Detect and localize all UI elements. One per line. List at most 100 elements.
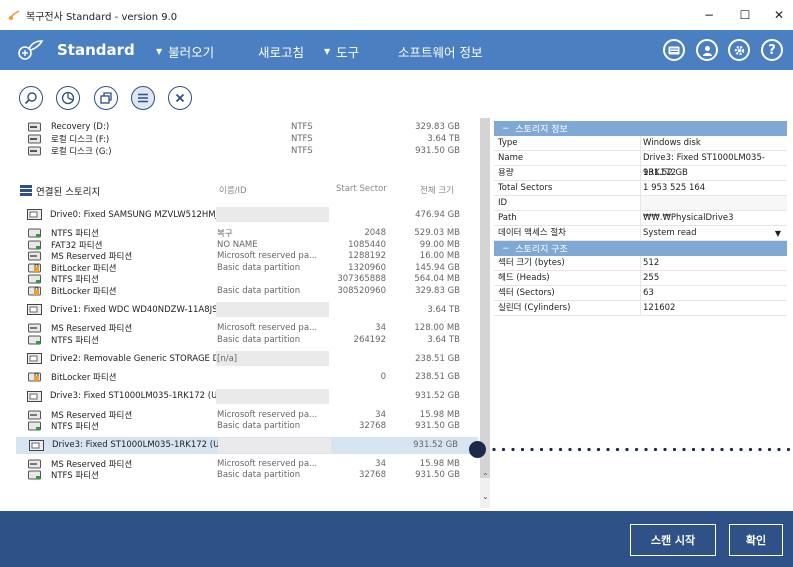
hard-disk-icon — [28, 134, 41, 144]
menu-tools[interactable]: ▼ 도구 — [324, 42, 359, 61]
menu-load[interactable]: ▼ 불러오기 — [156, 42, 214, 61]
collapse-icon[interactable]: − — [502, 124, 515, 134]
property-value-text: 255 — [643, 273, 660, 283]
scroll-down-icon[interactable]: ⌄ — [482, 492, 489, 501]
partition-icon — [28, 240, 41, 249]
partition-row[interactable]: BitLocker 파티션 Basic data partition 3085209… — [14, 284, 480, 298]
drive-id-field — [216, 207, 329, 222]
partition-row[interactable]: BitLocker 파티션 0 238.51 GB — [14, 370, 480, 384]
partition-icon — [28, 459, 41, 468]
partition-icon — [28, 410, 41, 419]
window-title: 복구전사 Standard - version 9.0 — [26, 12, 178, 23]
property-value: 63 — [640, 286, 787, 300]
property-value: ₩₩.₩PhysicalDrive3 — [640, 211, 787, 225]
menu-about[interactable]: 소프트웨어 정보 — [398, 42, 482, 61]
property-row: Total Sectors 1 953 525 164 — [494, 181, 787, 196]
property-key: 실린더 (Cylinders) — [498, 303, 571, 313]
scroll-up-icon[interactable]: ⌃ — [482, 472, 489, 481]
list-item[interactable]: 로컬 디스크 (G:) NTFS 931.50 GB — [14, 144, 480, 158]
nav-bar: Standard ▼ 불러오기 새로고침 ▼ 도구 소프트웨어 정보 ? — [0, 30, 793, 70]
drive-name: Drive3: Fixed ST1000LM035-1RK172 (US... — [50, 391, 231, 401]
drive-icon — [27, 353, 42, 364]
disk-fs: NTFS — [291, 122, 313, 132]
drive-row[interactable]: Drive2: Removable Generic STORAGE D... [n… — [14, 350, 480, 367]
scrollbar-thumb[interactable] — [480, 118, 490, 478]
column-header-name[interactable]: 이름/ID — [219, 184, 247, 196]
menu-tools-label: 도구 — [336, 45, 360, 60]
chevron-down-icon: ▼ — [156, 47, 163, 56]
column-header-start[interactable]: Start Sector — [336, 184, 387, 194]
drive-row[interactable]: Drive0: Fixed SAMSUNG MZVLW512HMJ... 476.… — [14, 206, 480, 223]
property-row: Type Windows disk — [494, 136, 787, 151]
chevron-down-icon[interactable]: ▼ — [775, 226, 781, 241]
menu-refresh[interactable]: 새로고침 — [258, 42, 304, 61]
copy-icon[interactable] — [94, 86, 118, 110]
partition-icon — [28, 323, 41, 333]
partition-size: 238.51 GB — [415, 372, 460, 382]
partition-start-sector: 264192 — [353, 334, 386, 345]
property-value[interactable]: System read ▼ — [640, 226, 787, 240]
footer-bar: 스캔 시작 확인 — [0, 511, 793, 567]
drive-size: 476.94 GB — [415, 209, 460, 220]
property-key: ID — [498, 198, 508, 208]
property-row: Path ₩₩.₩PhysicalDrive3 — [494, 211, 787, 226]
gear-icon[interactable] — [728, 39, 750, 61]
disk-fs: NTFS — [291, 146, 313, 156]
partition-icon — [28, 470, 41, 480]
property-value-text: ₩₩.₩PhysicalDrive3 — [643, 213, 734, 223]
list-icon[interactable] — [131, 86, 155, 110]
partition-size: 529.03 MB — [414, 228, 460, 238]
section-title: 연결된 스토리지 — [36, 187, 101, 198]
partition-start-sector: 32768 — [358, 421, 386, 431]
property-value: 121602 — [640, 301, 787, 315]
disk-size: 329.83 GB — [415, 122, 460, 132]
annotation-pointer-dot — [469, 441, 486, 458]
partition-label: Microsoft reserved pa... — [217, 409, 318, 420]
drive-id-field — [216, 388, 329, 404]
disk-name: 로컬 디스크 (G:) — [51, 147, 112, 157]
storage-info-header: − 스토리지 정보 — [494, 121, 787, 136]
storage-info-title: 스토리지 정보 — [515, 125, 568, 135]
partition-icon — [28, 251, 41, 261]
partition-row[interactable]: NTFS 파티션 Basic data partition 264192 3.64 T… — [14, 333, 480, 347]
keyboard-icon[interactable] — [663, 39, 685, 61]
close-button[interactable]: ✕ — [764, 4, 793, 26]
collapse-icon[interactable]: − — [502, 244, 515, 254]
annotation-dotted-line — [492, 447, 790, 452]
search-icon[interactable] — [19, 86, 43, 110]
partition-size: 3.64 TB — [427, 334, 460, 345]
property-value: Drive3: Fixed ST1000LM035-1RK172 — [640, 151, 787, 178]
user-icon[interactable] — [696, 39, 718, 61]
column-header-size[interactable]: 전체 크기 — [420, 184, 454, 196]
drive-row[interactable]: Drive3: Fixed ST1000LM035-1RK172 (US... 9… — [14, 388, 480, 405]
property-key: Path — [498, 213, 517, 223]
property-key: 섹터 (Sectors) — [498, 288, 555, 298]
help-icon[interactable]: ? — [761, 39, 783, 61]
partition-icon — [28, 228, 41, 238]
drive-row[interactable]: Drive3: Fixed ST1000LM035-1RK172 (US... 9… — [16, 436, 478, 454]
ok-button[interactable]: 확인 — [729, 524, 783, 556]
storage-list: Recovery (D:) NTFS 329.83 GB 로컬 디스크 (F:)… — [14, 118, 480, 508]
property-row[interactable]: 데이터 액세스 절차 System read ▼ — [494, 226, 787, 241]
partition-start-sector: 2048 — [364, 228, 386, 238]
minimize-button[interactable]: − — [694, 4, 724, 26]
property-key: 헤드 (Heads) — [498, 273, 550, 283]
maximize-button[interactable]: ☐ — [730, 4, 760, 26]
partition-row[interactable]: NTFS 파티션 Basic data partition 32768 931.50 … — [14, 468, 480, 482]
drive-size: 931.52 GB — [413, 440, 458, 450]
property-row: 섹터 크기 (bytes) 512 — [494, 256, 787, 271]
drive-row[interactable]: Drive1: Fixed WDC WD40NDZW-11A8JS1... 3.6… — [14, 301, 480, 318]
pie-chart-icon[interactable] — [56, 86, 80, 110]
property-key: Total Sectors — [498, 183, 553, 193]
property-key: 섹터 크기 (bytes) — [498, 258, 565, 268]
storage-details-panel: − 스토리지 정보 Type Windows disk Name Drive3: Fi… — [494, 121, 787, 316]
start-scan-button[interactable]: 스캔 시작 — [630, 524, 716, 556]
cancel-icon[interactable] — [168, 86, 192, 110]
partition-name: BitLocker 파티션 — [51, 373, 117, 383]
partition-row[interactable]: NTFS 파티션 Basic data partition 32768 931.50 … — [14, 419, 480, 433]
hard-disk-icon — [28, 146, 41, 156]
property-key: 용량 — [498, 168, 514, 178]
storage-structure-title: 스토리지 구조 — [515, 245, 568, 255]
property-row: Name Drive3: Fixed ST1000LM035-1RK172 — [494, 151, 787, 178]
menu-about-label: 소프트웨어 정보 — [398, 45, 483, 60]
